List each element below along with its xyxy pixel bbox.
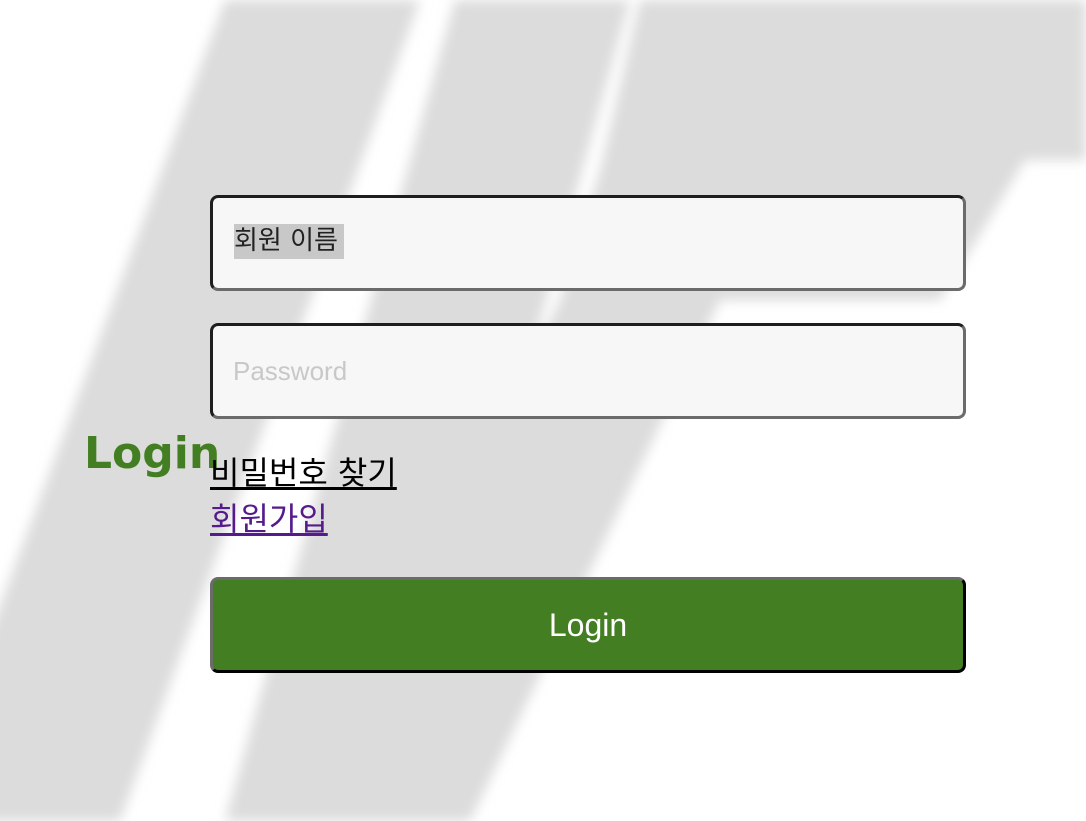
links-group: 비밀번호 찾기 회원가입 bbox=[210, 450, 397, 542]
username-value[interactable]: 회원 이름 bbox=[234, 224, 344, 259]
find-password-link[interactable]: 비밀번호 찾기 bbox=[210, 450, 397, 496]
sign-up-link[interactable]: 회원가입 bbox=[210, 496, 397, 542]
login-button[interactable]: Login bbox=[210, 577, 966, 673]
password-input[interactable] bbox=[210, 323, 966, 419]
page-title: Login bbox=[84, 428, 221, 479]
